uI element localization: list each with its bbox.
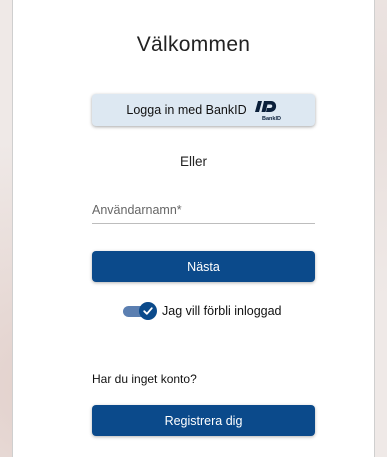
no-account-text: Har du inget konto? (92, 372, 197, 386)
bankid-login-button[interactable]: Logga in med BankID BankID (92, 94, 315, 126)
bankid-logo-icon: BankID (254, 101, 281, 122)
page-title: Välkommen (136, 33, 251, 56)
remember-me-toggle[interactable] (123, 302, 157, 320)
check-icon (143, 307, 153, 315)
toggle-knob (139, 302, 157, 320)
remember-me-label: Jag vill förbli inloggad (162, 304, 282, 318)
or-divider-label: Eller (179, 154, 207, 169)
remember-me-row: Jag vill förbli inloggad (123, 302, 282, 320)
bankid-button-label: Logga in med BankID (126, 103, 247, 117)
register-button[interactable]: Registrera dig (92, 405, 315, 436)
next-button[interactable]: Nästa (92, 251, 315, 282)
username-input[interactable] (92, 198, 315, 222)
bankid-logo-text: BankID (262, 116, 281, 122)
username-field (92, 198, 315, 224)
login-card: Välkommen Logga in med BankID BankID Ell… (12, 0, 375, 457)
